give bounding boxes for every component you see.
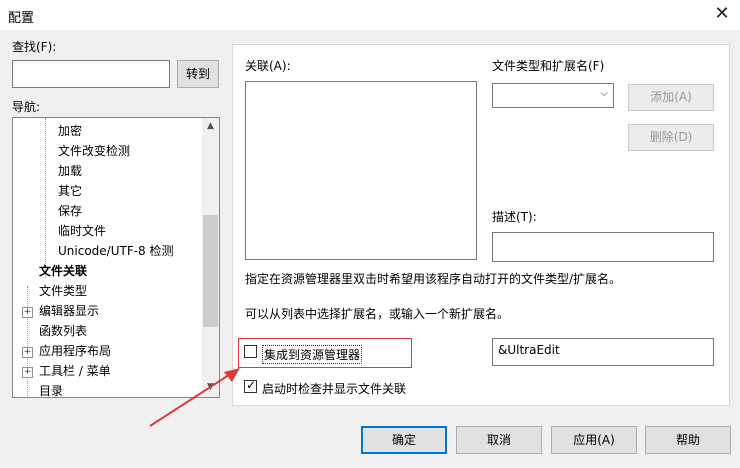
tree-item-encryption[interactable]: 加密 (58, 122, 82, 139)
integrate-label[interactable]: 集成到资源管理器 (262, 345, 363, 364)
association-label: 关联(A): (245, 59, 291, 73)
tree-item-directory[interactable]: 目录 (39, 382, 63, 397)
apply-button[interactable]: 应用(A) (551, 426, 637, 454)
delete-button[interactable]: 删除(D) (628, 124, 714, 151)
title-bar (0, 0, 740, 30)
integrate-checkbox[interactable] (244, 345, 257, 358)
cancel-button[interactable]: 取消 (456, 426, 542, 454)
scroll-thumb[interactable] (203, 215, 218, 327)
tree-item-file-association[interactable]: 文件关联 (39, 262, 87, 279)
goto-button[interactable]: 转到 (177, 60, 219, 88)
annotation-arrow-icon (149, 368, 240, 427)
tree-item-file-change-detect[interactable]: 文件改变检测 (58, 142, 130, 159)
expand-plus-icon[interactable]: + (22, 347, 33, 358)
expand-plus-icon[interactable]: + (22, 367, 33, 378)
scroll-up-icon[interactable]: ▲ (202, 121, 219, 131)
filetype-label: 文件类型和扩展名(F) (492, 59, 605, 73)
help-button[interactable]: 帮助 (645, 426, 731, 454)
tree-item-other[interactable]: 其它 (58, 182, 82, 199)
search-label: 查找(F): (12, 40, 57, 54)
tree-item-file-types[interactable]: 文件类型 (39, 282, 87, 299)
filetype-dropdown[interactable]: ⌵ (492, 83, 614, 108)
integrate-name-field[interactable]: &UltraEdit (492, 338, 714, 366)
tree-item-function-list[interactable]: 函数列表 (39, 322, 87, 339)
description-label: 描述(T): (492, 210, 537, 224)
ok-button[interactable]: 确定 (361, 426, 447, 454)
window-title: 配置 (8, 11, 35, 26)
nav-tree: 加密 文件改变检测 加载 其它 保存 临时文件 Unicode/UTF-8 检测… (12, 117, 220, 398)
tree-item-load[interactable]: 加载 (58, 162, 82, 179)
expand-plus-icon[interactable]: + (22, 307, 33, 318)
tree-item-app-layout[interactable]: 应用程序布局 (39, 342, 111, 359)
tree-item-save[interactable]: 保存 (58, 202, 82, 219)
description-field[interactable] (492, 232, 714, 262)
search-input[interactable] (12, 60, 170, 88)
info-text-1: 指定在资源管理器里双击时希望用该程序自动打开的文件类型/扩展名。 (245, 272, 622, 286)
close-icon[interactable]: ✕ (708, 2, 736, 26)
info-text-2: 可以从列表中选择扩展名，或输入一个新扩展名。 (245, 307, 510, 321)
association-list[interactable] (245, 81, 477, 260)
chevron-down-icon: ⌵ (600, 88, 608, 99)
startup-check-label[interactable]: 启动时检查并显示文件关联 (262, 380, 406, 397)
tree-item-unicode-detect[interactable]: Unicode/UTF-8 检测 (58, 242, 174, 259)
tree-item-editor-display[interactable]: 编辑器显示 (39, 302, 99, 319)
add-button[interactable]: 添加(A) (628, 84, 714, 111)
tree-item-toolbar-menu[interactable]: 工具栏 / 菜单 (39, 362, 111, 379)
nav-label: 导航: (12, 100, 41, 114)
tree-item-temp-files[interactable]: 临时文件 (58, 222, 106, 239)
